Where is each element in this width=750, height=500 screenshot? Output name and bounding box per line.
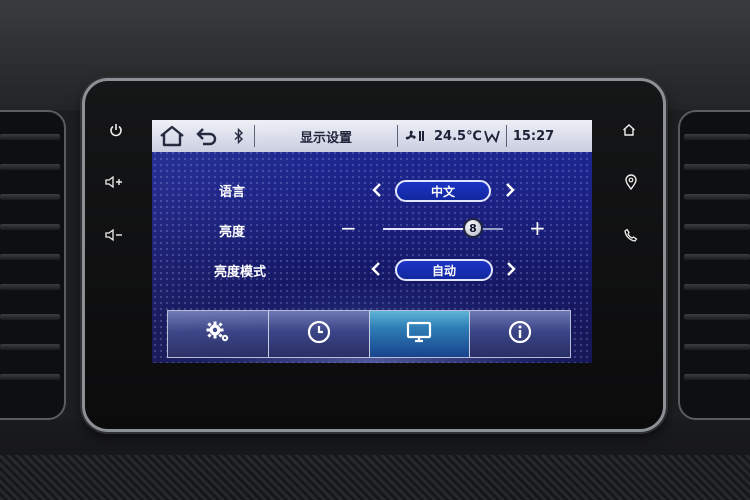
home-icon[interactable] xyxy=(152,120,192,152)
monitor-icon xyxy=(406,321,432,347)
language-value[interactable]: 中文 xyxy=(395,180,491,202)
display-screen: 显示设置 24.5℃ 15:27 语言 中文 亮度 − 8 + 亮度模式 自动 xyxy=(152,120,592,363)
brightness-slider-fill xyxy=(383,228,473,230)
tab-clock[interactable] xyxy=(268,311,370,357)
fan-icon[interactable] xyxy=(402,120,428,152)
page-title: 显示设置 xyxy=(299,130,352,146)
language-prev-arrow[interactable] xyxy=(368,179,386,201)
language-label: 语言 xyxy=(219,185,246,200)
gears-icon xyxy=(205,320,231,348)
power-icon[interactable] xyxy=(105,119,127,141)
brightness-slider-track[interactable] xyxy=(383,228,503,230)
bottom-tab-bar xyxy=(167,310,571,358)
status-divider xyxy=(505,125,507,147)
volume-up-icon[interactable] xyxy=(103,171,125,193)
navigation-icon[interactable] xyxy=(620,171,642,193)
bluetooth-icon xyxy=(228,120,250,152)
info-icon xyxy=(508,320,532,348)
status-divider xyxy=(397,125,398,147)
temperature-readout: 24.5℃ xyxy=(434,128,482,144)
phone-icon[interactable] xyxy=(620,224,642,246)
brightness-mode-prev-arrow[interactable] xyxy=(367,258,385,280)
tab-settings[interactable] xyxy=(168,311,269,357)
brightness-increase-button[interactable]: + xyxy=(529,218,546,238)
brightness-decrease-button[interactable]: − xyxy=(340,218,357,238)
left-air-vent xyxy=(0,110,66,420)
tab-info[interactable] xyxy=(470,311,570,357)
language-next-arrow[interactable] xyxy=(501,179,519,201)
brightness-mode-label: 亮度模式 xyxy=(214,265,267,280)
clock-time: 15:27 xyxy=(512,128,555,144)
status-divider xyxy=(254,125,255,147)
back-icon[interactable] xyxy=(192,120,222,152)
home-icon[interactable] xyxy=(618,119,640,141)
brightness-mode-value[interactable]: 自动 xyxy=(395,259,493,281)
tab-display[interactable] xyxy=(369,311,471,357)
clock-icon xyxy=(307,320,331,348)
status-bar: 显示设置 24.5℃ 15:27 xyxy=(152,120,592,152)
brightness-mode-next-arrow[interactable] xyxy=(502,258,520,280)
brightness-slider-knob[interactable]: 8 xyxy=(463,218,483,238)
carbon-fiber-trim xyxy=(0,455,750,500)
right-air-vent xyxy=(678,110,750,420)
air-flow-icon[interactable] xyxy=(482,120,502,152)
volume-down-icon[interactable] xyxy=(103,224,125,246)
brightness-label: 亮度 xyxy=(219,225,246,240)
